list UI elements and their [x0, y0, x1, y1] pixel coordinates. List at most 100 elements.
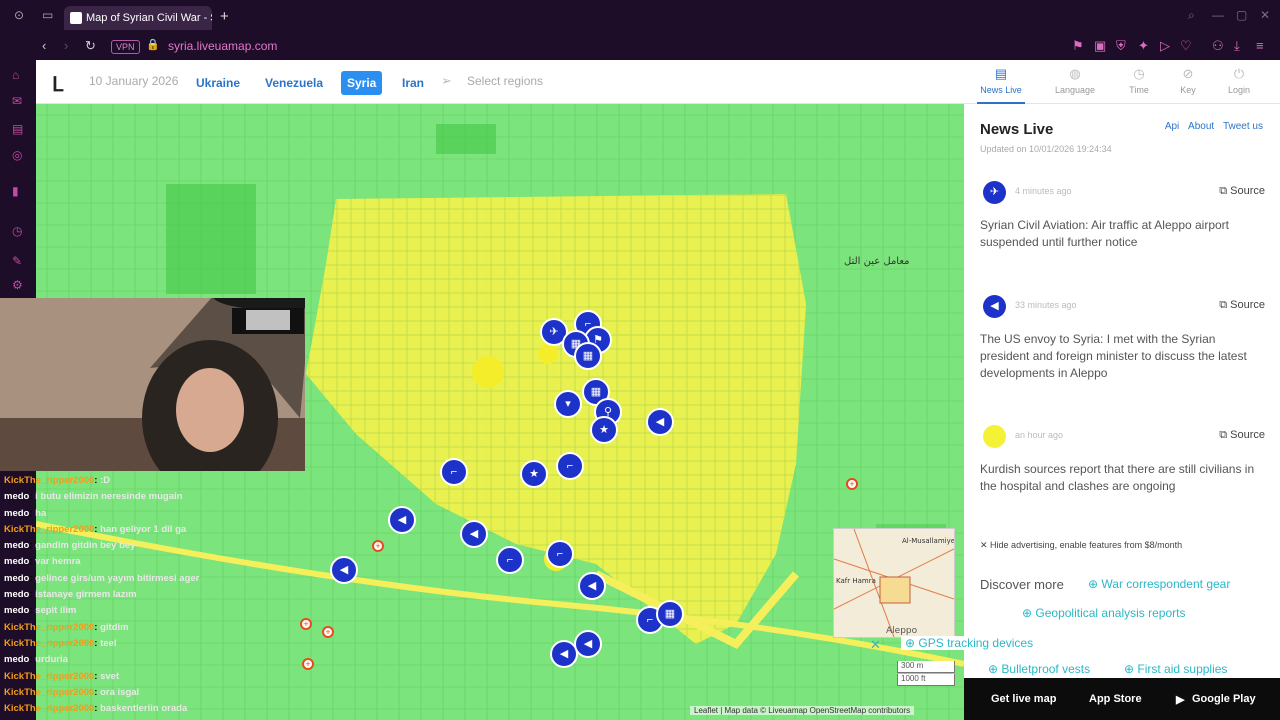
chat-text: gelince girs/um yayım bitirmesi ager	[35, 572, 200, 584]
tab-ukraine[interactable]: Ukraine	[190, 71, 246, 95]
minimap[interactable]: Al-Musallamiye Kafr Hamra Aleppo	[833, 528, 955, 638]
news-time: 33 minutes ago	[1015, 300, 1077, 310]
get-live-map-button[interactable]: Get live map	[991, 693, 1056, 705]
browser-tab[interactable]: Map of Syrian Civil War - S	[64, 6, 212, 30]
map-marker-megaphone-icon[interactable]: ◀	[388, 506, 416, 534]
source-link[interactable]: ⧉ Source	[1219, 429, 1265, 442]
chat-icon[interactable]: ▤	[12, 122, 23, 136]
download-icon[interactable]: ⤓	[1234, 38, 1240, 54]
ad-link[interactable]: ⊕ War correspondent gear	[1088, 577, 1230, 591]
map-marker-gun-icon[interactable]: ⌐	[440, 458, 468, 486]
shield-icon[interactable]: ⛨	[1116, 38, 1126, 54]
account-icon[interactable]: ⚇	[1212, 38, 1224, 54]
chat-username: medo	[4, 654, 30, 666]
note-icon[interactable]: ✎	[12, 254, 22, 268]
source-link[interactable]: ⧉ Source	[1219, 185, 1265, 198]
play-icon[interactable]: ▷	[1160, 38, 1170, 54]
minimap-label-musallamiye: Al-Musallamiye	[902, 537, 954, 545]
bookmark-icon[interactable]: ⚑	[1072, 38, 1084, 54]
lock-icon[interactable]: 🔒	[146, 38, 160, 51]
header-language[interactable]: ◍ Language	[1043, 66, 1107, 95]
new-tab-icon[interactable]: +	[220, 8, 229, 25]
reload-icon[interactable]: ↻	[85, 38, 96, 54]
webcam-image	[0, 298, 305, 471]
chat-text: i butu elimizin neresinde mugain	[35, 491, 183, 503]
twitch-icon[interactable]: ▮	[12, 184, 19, 198]
clock-sidebar-icon[interactable]: ◷	[12, 224, 22, 238]
panel-title: News Live	[980, 121, 1054, 138]
settings-icon[interactable]: ⚙	[12, 278, 23, 292]
about-link[interactable]: About	[1188, 121, 1214, 132]
map-marker-gun-icon[interactable]: ⌐	[556, 452, 584, 480]
map-marker-medical-icon[interactable]: +	[322, 626, 334, 638]
chat-username: KickThe_ripper2000	[4, 703, 95, 715]
ad-link[interactable]: ⊕ First aid supplies	[1124, 662, 1227, 676]
chat-text: teel	[100, 637, 117, 649]
google-play-button[interactable]: Google Play	[1192, 693, 1256, 705]
map-marker-megaphone-icon[interactable]: ◀	[330, 556, 358, 584]
map-marker-checkpoint-icon[interactable]: ▾	[554, 390, 582, 418]
ad-link-text: First aid supplies	[1137, 662, 1228, 676]
map-marker-megaphone-icon[interactable]: ◀	[578, 572, 606, 600]
map-marker-gun-icon[interactable]: ⌐	[546, 540, 574, 568]
tabs-icon[interactable]: ▭	[42, 8, 53, 22]
close-window-icon[interactable]: ✕	[1260, 8, 1270, 22]
back-icon[interactable]: ‹	[42, 38, 46, 53]
chat-text: :D	[100, 475, 111, 486]
api-link[interactable]: Api	[1165, 121, 1179, 132]
app-store-button[interactable]: App Store	[1089, 693, 1142, 705]
messenger-icon[interactable]: ✉	[12, 94, 22, 108]
chat-text: sepit ilim	[35, 605, 77, 617]
hide-ad-link[interactable]: ✕ Hide advertising, enable features from…	[980, 540, 1182, 551]
header-login[interactable]: ⏻ Login	[1207, 66, 1271, 95]
forward-icon[interactable]: ›	[64, 38, 68, 53]
chat-message: medo: ha	[4, 507, 47, 519]
minimize-icon[interactable]: —	[1212, 8, 1224, 22]
source-link[interactable]: ⧉ Source	[1219, 299, 1265, 312]
menu-icon[interactable]: ≡	[1256, 38, 1264, 53]
map-marker-megaphone-icon[interactable]: ◀	[574, 630, 602, 658]
chat-message: KickThe_ripper2000: gitdim	[4, 621, 129, 633]
yellow-circle-icon	[983, 425, 1006, 448]
tab-iran[interactable]: Iran	[396, 71, 430, 95]
map-marker-medical-icon[interactable]: +	[372, 540, 384, 552]
extension-icon[interactable]: ✦	[1138, 38, 1149, 54]
map-marker-gun-icon[interactable]: ⌐	[496, 546, 524, 574]
map-marker-megaphone-icon[interactable]: ◀	[460, 520, 488, 548]
login-icon: ⏻	[1233, 66, 1245, 81]
tab-venezuela[interactable]: Venezuela	[259, 71, 329, 95]
minimap-layer: Al-Musallamiye Kafr Hamra Aleppo	[833, 528, 955, 638]
chat-message: medo: sepit ilim	[4, 605, 77, 617]
address-field[interactable]: syria.liveuamap.com	[168, 39, 277, 53]
map-marker-megaphone-icon[interactable]: ◀	[646, 408, 674, 436]
vpn-badge[interactable]: VPN	[111, 40, 140, 54]
google-play-icon[interactable]: ▶	[1176, 693, 1184, 706]
maximize-icon[interactable]: ▢	[1236, 8, 1247, 22]
header-news-live[interactable]: ▤ News Live	[969, 66, 1033, 104]
heart-icon[interactable]: ♡	[1180, 38, 1192, 54]
map-marker-star-icon[interactable]: ★	[520, 460, 548, 488]
map-attribution[interactable]: Leaflet | Map data © Liveuamap OpenStree…	[690, 706, 915, 715]
map-marker-bus-icon[interactable]: ▦	[656, 600, 684, 628]
close-ad-icon[interactable]: ✕	[870, 637, 881, 653]
select-regions[interactable]: Select regions	[467, 74, 543, 88]
panel-updated: Updated on 10/01/2026 19:24:34	[980, 144, 1112, 154]
ad-link[interactable]: ⊕ GPS tracking devices	[901, 636, 1038, 650]
chat-text: ha	[35, 507, 47, 519]
map-marker-star-icon[interactable]: ★	[590, 416, 618, 444]
tweet-us-link[interactable]: Tweet us	[1223, 121, 1263, 132]
map-marker-bus-icon[interactable]: ▦	[574, 342, 602, 370]
liveuamap-logo[interactable]: ꓡ	[52, 72, 63, 97]
chat-username: medo	[4, 605, 30, 617]
header-date: 10 January 2026	[89, 74, 179, 88]
search-icon[interactable]: ⌕	[1188, 8, 1195, 23]
map-marker-medical-icon[interactable]: +	[846, 478, 858, 490]
home-icon[interactable]: ⌂	[12, 68, 19, 82]
instagram-icon[interactable]: ◎	[12, 148, 22, 162]
screenshot-icon[interactable]: ▣	[1094, 38, 1106, 54]
tab-syria[interactable]: Syria	[341, 71, 383, 95]
map-scale: 300 m 1000 ft	[897, 661, 955, 687]
sidebar-toggle-icon[interactable]: ⊙	[14, 8, 24, 22]
ad-link[interactable]: ⊕ Geopolitical analysis reports	[1022, 606, 1185, 620]
ad-link[interactable]: ⊕ Bulletproof vests	[988, 662, 1090, 676]
